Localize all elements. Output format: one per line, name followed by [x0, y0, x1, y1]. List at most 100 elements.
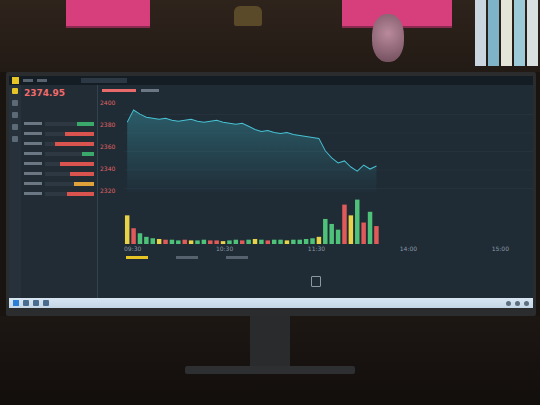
nav-rail	[9, 85, 21, 298]
volume-bar	[361, 223, 365, 244]
volume-bar	[125, 215, 129, 244]
x-tick: 11:30	[308, 246, 325, 252]
volume-bar	[138, 233, 142, 244]
tab-mark[interactable]	[126, 256, 148, 259]
watch-panel: 2374.95	[21, 85, 98, 298]
news-icon[interactable]	[12, 124, 18, 130]
volume-bar	[189, 240, 193, 244]
watch-list	[24, 121, 94, 197]
app-topbar	[9, 76, 533, 85]
start-icon[interactable]	[13, 300, 19, 306]
book	[475, 0, 486, 66]
volume-bar	[131, 228, 135, 244]
chart-icon[interactable]	[12, 112, 18, 118]
list-icon[interactable]	[12, 100, 18, 106]
watch-row[interactable]	[24, 151, 94, 157]
book	[488, 0, 499, 66]
watch-row[interactable]	[24, 181, 94, 187]
volume-bar	[227, 240, 231, 244]
empty-area	[98, 264, 533, 298]
taskbar	[9, 298, 533, 308]
row-label-mark	[24, 142, 42, 145]
y-axis: 2400 2380 2360 2340 2320	[98, 96, 124, 244]
volume-bar	[304, 239, 308, 244]
volume-bar	[298, 240, 302, 244]
book	[501, 0, 512, 66]
plush-toy	[372, 14, 404, 62]
price-area	[127, 110, 376, 192]
volume-bar	[144, 237, 148, 244]
app-icon[interactable]	[33, 300, 39, 306]
tab-mark[interactable]	[176, 256, 198, 259]
row-label-mark	[24, 122, 42, 125]
watch-row[interactable]	[24, 161, 94, 167]
x-axis: 09:30 10:30 11:30 14:00 15:00	[98, 244, 533, 254]
volume-bar	[272, 240, 276, 244]
watch-row[interactable]	[24, 171, 94, 177]
shelf	[0, 0, 540, 72]
volume-bar	[355, 200, 359, 244]
row-label-mark	[24, 172, 42, 175]
search-field[interactable]	[81, 78, 127, 83]
menu-icon[interactable]	[23, 79, 33, 82]
y-tick: 2360	[100, 144, 124, 150]
row-label-mark	[24, 182, 42, 185]
books	[475, 0, 540, 66]
settings-icon[interactable]	[12, 136, 18, 142]
volume-bar	[259, 240, 263, 244]
volume-bar	[317, 237, 321, 244]
y-tick: 2400	[100, 100, 124, 106]
volume-bar	[151, 238, 155, 244]
y-tick: 2380	[100, 122, 124, 128]
row-label-mark	[24, 162, 42, 165]
book	[527, 0, 538, 66]
home-icon[interactable]	[12, 88, 18, 94]
room-photo: 2374.95 2400 2380 2360 2340 2320 09:30 10:30 11:…	[0, 0, 540, 405]
volume-bar	[246, 240, 250, 244]
volume-bar	[240, 240, 244, 244]
screen: 2374.95 2400 2380 2360 2340 2320 09:30 10:30 11:…	[9, 76, 533, 308]
monitor-stand	[250, 316, 290, 366]
watch-row[interactable]	[24, 121, 94, 127]
chart-header	[98, 85, 533, 96]
y-tick: 2340	[100, 166, 124, 172]
change-bar	[45, 172, 94, 176]
x-tick: 14:00	[400, 246, 417, 252]
tab-mark[interactable]	[226, 256, 248, 259]
chart: 2400 2380 2360 2340 2320	[98, 96, 533, 244]
index-price: 2374.95	[24, 88, 94, 99]
row-label-mark	[24, 152, 42, 155]
x-tick: 15:00	[492, 246, 509, 252]
watch-row[interactable]	[24, 141, 94, 147]
row-label-mark	[24, 192, 42, 195]
tray-icon[interactable]	[524, 301, 529, 306]
tray-icon[interactable]	[506, 301, 511, 306]
volume-bar	[214, 240, 218, 244]
volume-bar	[291, 240, 295, 244]
change-bar	[45, 132, 94, 136]
volume-bar	[323, 219, 327, 244]
volume-bar	[182, 240, 186, 244]
app-logo-icon[interactable]	[12, 77, 19, 84]
pink-box	[66, 0, 150, 28]
tray-icon[interactable]	[515, 301, 520, 306]
app-icon[interactable]	[43, 300, 49, 306]
change-bar	[45, 192, 94, 196]
y-tick: 2320	[100, 188, 124, 194]
volume-bar	[202, 240, 206, 244]
watch-row[interactable]	[24, 131, 94, 137]
monitor: 2374.95 2400 2380 2360 2340 2320 09:30 10:30 11:…	[6, 72, 536, 316]
change-bar	[45, 152, 94, 156]
watch-row[interactable]	[24, 191, 94, 197]
grid-line	[124, 114, 533, 115]
x-tick: 09:30	[124, 246, 141, 252]
volume-bar	[368, 212, 372, 244]
price-plot[interactable]	[124, 96, 533, 244]
volume-bar	[221, 241, 225, 244]
x-tick: 10:30	[216, 246, 233, 252]
app-body: 2374.95 2400 2380 2360 2340 2320 09:30 10:30 11:…	[9, 85, 533, 298]
menu-icon[interactable]	[37, 79, 47, 82]
document-icon[interactable]	[311, 276, 321, 287]
app-icon[interactable]	[23, 300, 29, 306]
volume-bar	[336, 230, 340, 244]
